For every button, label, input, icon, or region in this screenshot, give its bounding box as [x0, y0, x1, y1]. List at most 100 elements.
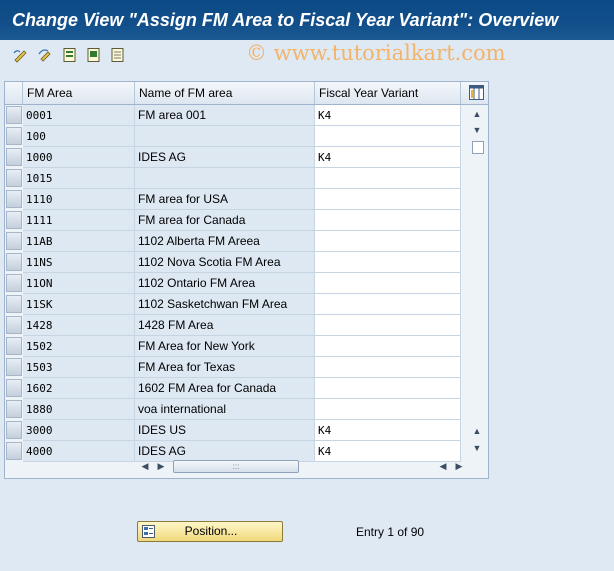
row-selector[interactable] — [6, 337, 22, 355]
position-button-label: Position... — [184, 524, 238, 538]
fm-area-name-cell: FM area for Canada — [135, 210, 315, 231]
table-row[interactable]: 1111 FM area for Canada — [5, 210, 465, 231]
fm-area-cell: 1110 — [23, 189, 135, 210]
scroll-left-end-icon[interactable]: ◀ — [437, 459, 449, 473]
fm-area-cell: 1428 — [23, 315, 135, 336]
select-block-button[interactable] — [85, 47, 103, 63]
fm-area-cell: 11AB — [23, 231, 135, 252]
table-row[interactable]: 1015 — [5, 168, 465, 189]
fm-area-name-cell: FM Area for Texas — [135, 357, 315, 378]
horizontal-scroll-thumb[interactable]: ::: — [173, 460, 299, 473]
row-selector[interactable] — [6, 316, 22, 334]
table-row[interactable]: 1428 1428 FM Area — [5, 315, 465, 336]
scroll-left-icon[interactable]: ◀ — [139, 459, 151, 473]
fm-area-name-cell: IDES US — [135, 420, 315, 441]
fm-area-name-cell — [135, 168, 315, 189]
fm-area-cell: 1602 — [23, 378, 135, 399]
fiscal-year-variant-input[interactable] — [315, 357, 461, 378]
table-row[interactable]: 1503 FM Area for Texas — [5, 357, 465, 378]
display-change-icon — [13, 50, 27, 63]
table-settings-button[interactable] — [469, 85, 484, 100]
table-row[interactable]: 3000 IDES US K4 — [5, 420, 465, 441]
fiscal-year-variant-input[interactable] — [315, 210, 461, 231]
fm-area-name-cell: 1428 FM Area — [135, 315, 315, 336]
fm-area-cell: 100 — [23, 126, 135, 147]
row-selector[interactable] — [6, 232, 22, 250]
fiscal-year-variant-input[interactable] — [315, 336, 461, 357]
fm-area-cell: 1503 — [23, 357, 135, 378]
row-selector[interactable] — [6, 358, 22, 376]
column-header-fiscal-year-variant[interactable]: Fiscal Year Variant — [315, 82, 461, 104]
page-up-icon[interactable]: ▲ — [471, 426, 483, 436]
row-selector[interactable] — [6, 211, 22, 229]
vertical-scrollbar[interactable]: ▲ ▼ ▲ ▼ — [467, 105, 487, 453]
select-all-button[interactable] — [61, 47, 79, 63]
fiscal-year-variant-input[interactable] — [315, 315, 461, 336]
table-row[interactable]: 1000 IDES AG K4 — [5, 147, 465, 168]
row-selector[interactable] — [6, 421, 22, 439]
scroll-thumb[interactable] — [472, 141, 484, 154]
row-selector[interactable] — [6, 295, 22, 313]
position-button[interactable]: Position... — [137, 521, 283, 542]
scroll-down-icon[interactable]: ▼ — [471, 125, 483, 135]
table-control: FM Area Name of FM area Fiscal Year Vari… — [4, 81, 489, 479]
fiscal-year-variant-input[interactable] — [315, 252, 461, 273]
fm-area-cell: 11ON — [23, 273, 135, 294]
page-title: Change View "Assign FM Area to Fiscal Ye… — [12, 10, 559, 30]
fiscal-year-variant-input[interactable]: K4 — [315, 147, 461, 168]
fiscal-year-variant-input[interactable] — [315, 231, 461, 252]
horizontal-scrollbar[interactable]: ◀ ▶ ::: ◀ ▶ — [135, 458, 470, 474]
deselect-all-icon — [111, 48, 124, 62]
fiscal-year-variant-input[interactable]: K4 — [315, 420, 461, 441]
table-row[interactable]: 1602 1602 FM Area for Canada — [5, 378, 465, 399]
row-selector[interactable] — [6, 400, 22, 418]
fm-area-name-cell: 1102 Alberta FM Areea — [135, 231, 315, 252]
table-row[interactable]: 0001 FM area 001 K4 — [5, 105, 465, 126]
fiscal-year-variant-input[interactable] — [315, 168, 461, 189]
table-row[interactable]: 100 — [5, 126, 465, 147]
fm-area-name-cell: FM area for USA — [135, 189, 315, 210]
table-row[interactable]: 11NS 1102 Nova Scotia FM Area — [5, 252, 465, 273]
fm-area-name-cell: FM Area for New York — [135, 336, 315, 357]
table-row[interactable]: 11ON 1102 Ontario FM Area — [5, 273, 465, 294]
table-row[interactable]: 1880 voa international — [5, 399, 465, 420]
display-change-button[interactable] — [12, 47, 30, 63]
fm-area-cell: 11SK — [23, 294, 135, 315]
row-selector[interactable] — [6, 148, 22, 166]
row-selector[interactable] — [6, 106, 22, 124]
fm-area-cell: 1111 — [23, 210, 135, 231]
fiscal-year-variant-input[interactable] — [315, 378, 461, 399]
fiscal-year-variant-input[interactable] — [315, 273, 461, 294]
table-row[interactable]: 11SK 1102 Sasketchwan FM Area — [5, 294, 465, 315]
column-header-fm-area[interactable]: FM Area — [23, 82, 135, 104]
row-selector[interactable] — [6, 379, 22, 397]
row-selector[interactable] — [6, 274, 22, 292]
table-row[interactable]: 11AB 1102 Alberta FM Areea — [5, 231, 465, 252]
page-down-icon[interactable]: ▼ — [471, 443, 483, 453]
fm-area-name-cell: 1602 FM Area for Canada — [135, 378, 315, 399]
fm-area-cell: 1880 — [23, 399, 135, 420]
row-selector[interactable] — [6, 442, 22, 460]
scroll-up-icon[interactable]: ▲ — [471, 109, 483, 119]
table-header: FM Area Name of FM area Fiscal Year Vari… — [5, 82, 488, 105]
select-all-column-header[interactable] — [5, 82, 23, 104]
fiscal-year-variant-input[interactable] — [315, 189, 461, 210]
fiscal-year-variant-input[interactable]: K4 — [315, 105, 461, 126]
row-selector[interactable] — [6, 169, 22, 187]
table-row[interactable]: 1110 FM area for USA — [5, 189, 465, 210]
title-bar: Change View "Assign FM Area to Fiscal Ye… — [0, 0, 614, 40]
select-block-icon — [87, 48, 100, 62]
row-selector[interactable] — [6, 253, 22, 271]
column-header-name[interactable]: Name of FM area — [135, 82, 315, 104]
fiscal-year-variant-input[interactable] — [315, 294, 461, 315]
fiscal-year-variant-input[interactable] — [315, 399, 461, 420]
table-row[interactable]: 1502 FM Area for New York — [5, 336, 465, 357]
scroll-right-end-icon[interactable]: ▶ — [453, 459, 465, 473]
deselect-all-button[interactable] — [109, 47, 127, 63]
undo-change-button[interactable] — [37, 47, 55, 63]
fiscal-year-variant-input[interactable] — [315, 126, 461, 147]
scroll-right-icon[interactable]: ▶ — [155, 459, 167, 473]
row-selector[interactable] — [6, 127, 22, 145]
fm-area-cell: 4000 — [23, 441, 135, 462]
row-selector[interactable] — [6, 190, 22, 208]
